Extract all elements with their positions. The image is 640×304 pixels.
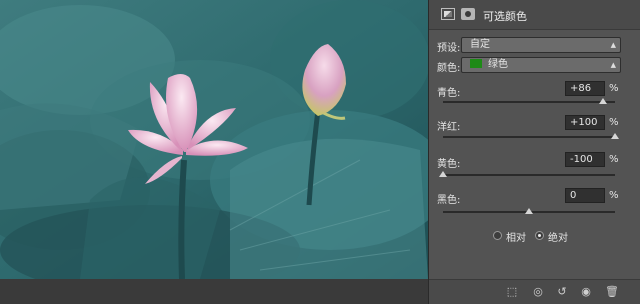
black-percent: % bbox=[609, 190, 619, 201]
lotus-photo bbox=[0, 0, 428, 279]
cyan-value-input[interactable]: +86 bbox=[565, 81, 605, 96]
absolute-radio[interactable] bbox=[535, 231, 544, 240]
colors-value: 绿色 bbox=[488, 59, 508, 70]
cyan-slider-thumb[interactable] bbox=[598, 98, 607, 104]
canvas-bottom-strip bbox=[0, 279, 428, 304]
preset-value: 自定 bbox=[470, 39, 490, 50]
panel-header: 可选颜色 bbox=[429, 0, 640, 30]
visibility-eye-icon[interactable]: ◉ bbox=[579, 286, 593, 298]
colors-select[interactable]: 绿色 ▲ bbox=[461, 57, 621, 73]
mask-icon[interactable] bbox=[461, 8, 475, 20]
magenta-percent: % bbox=[609, 117, 619, 128]
updown-arrow-icon: ▲ bbox=[610, 61, 616, 69]
magenta-label: 洋红: bbox=[437, 122, 461, 133]
updown-arrow-icon: ▲ bbox=[610, 41, 616, 49]
cyan-label: 青色: bbox=[437, 88, 461, 99]
black-value-input[interactable]: 0 bbox=[565, 188, 605, 203]
yellow-slider-track[interactable] bbox=[443, 174, 615, 176]
cyan-slider-track[interactable] bbox=[443, 101, 615, 103]
absolute-label: 绝对 bbox=[548, 233, 568, 244]
reset-icon[interactable]: ↺ bbox=[555, 286, 569, 298]
yellow-percent: % bbox=[609, 154, 619, 165]
yellow-slider-thumb[interactable] bbox=[439, 171, 447, 177]
clip-to-layer-icon[interactable]: ⬚ bbox=[505, 286, 519, 298]
cyan-percent: % bbox=[609, 83, 619, 94]
preset-select[interactable]: 自定 ▲ bbox=[461, 37, 621, 53]
panel-footer: ⬚ ◎ ↺ ◉ 🗑 bbox=[429, 279, 640, 304]
view-previous-icon[interactable]: ◎ bbox=[531, 286, 545, 298]
black-slider-thumb[interactable] bbox=[525, 208, 533, 214]
relative-label: 相对 bbox=[506, 233, 526, 244]
yellow-value-input[interactable]: -100 bbox=[565, 152, 605, 167]
green-swatch-icon bbox=[470, 59, 482, 68]
panel-title: 可选颜色 bbox=[483, 10, 527, 23]
image-canvas bbox=[0, 0, 428, 279]
black-label: 黑色: bbox=[437, 195, 461, 206]
magenta-slider-track[interactable] bbox=[443, 136, 615, 138]
properties-panel: 可选颜色 预设: 自定 ▲ 颜色: 绿色 ▲ 青色: +86 % 洋红: +10… bbox=[428, 0, 640, 304]
colors-label: 颜色: bbox=[437, 63, 461, 74]
preset-label: 预设: bbox=[437, 43, 461, 54]
relative-radio[interactable] bbox=[493, 231, 502, 240]
magenta-value-input[interactable]: +100 bbox=[565, 115, 605, 130]
adjustment-icon[interactable] bbox=[441, 8, 455, 20]
magenta-slider-thumb[interactable] bbox=[611, 133, 619, 139]
trash-icon[interactable]: 🗑 bbox=[605, 286, 619, 298]
yellow-label: 黄色: bbox=[437, 159, 461, 170]
